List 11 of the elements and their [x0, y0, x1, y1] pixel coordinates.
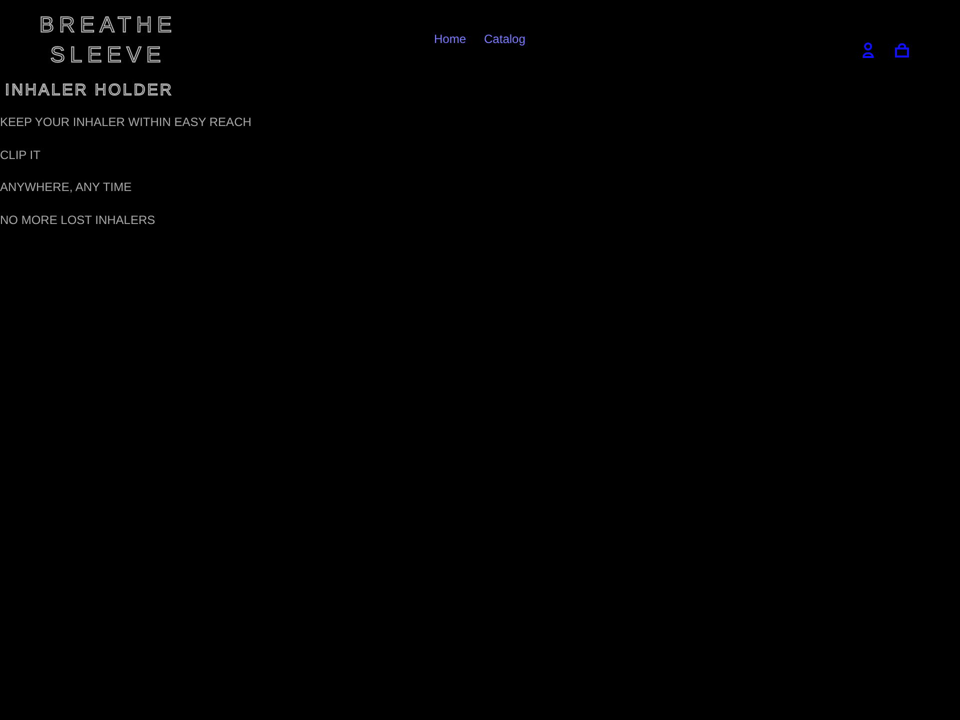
account-icon[interactable] [860, 42, 876, 58]
logo-text[interactable]: SLEEVE [50, 40, 166, 70]
tagline-text: NO MORE LOST INHALERS [0, 212, 156, 227]
logo-text[interactable]: BREATHE [39, 10, 177, 40]
tagline-text: ANYWHERE, ANY TIME [0, 180, 133, 194]
tagline-text: KEEP YOUR INHALER WITHIN EASY REACH [0, 115, 252, 130]
tagline-text: CLIP IT [0, 148, 42, 162]
bag-icon[interactable] [894, 42, 910, 58]
nav-link[interactable]: Home [434, 31, 466, 47]
hero-title: INHALER HOLDER [5, 81, 174, 101]
nav-link[interactable]: Catalog [484, 31, 526, 47]
